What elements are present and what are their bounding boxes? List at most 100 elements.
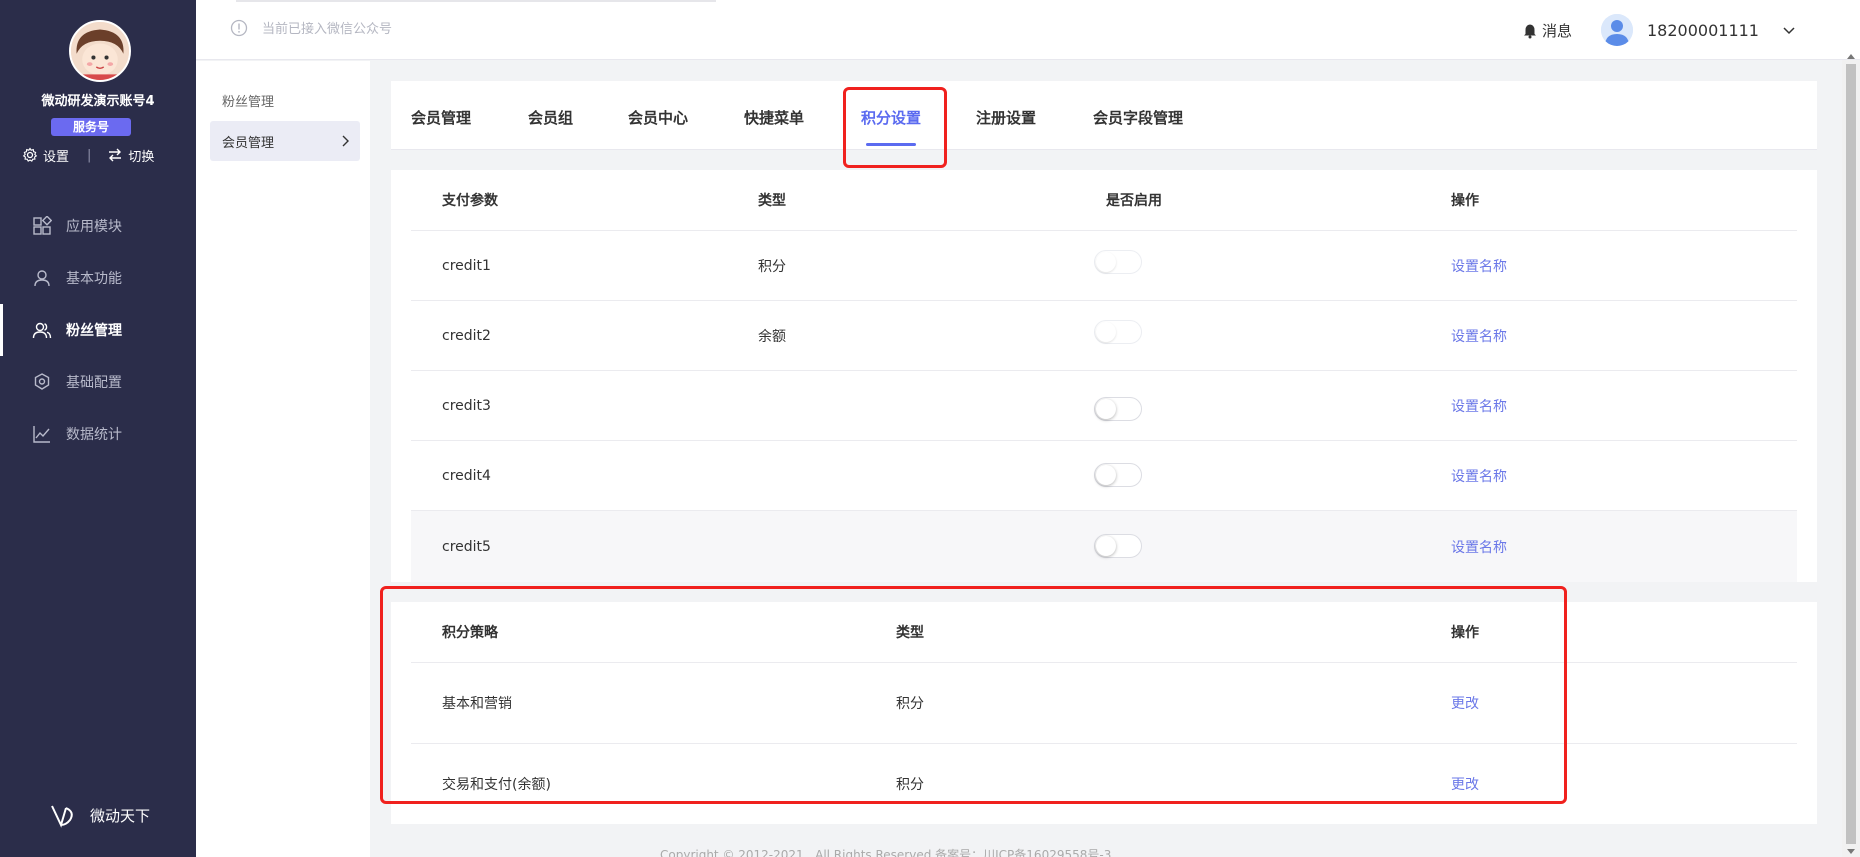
top-header: 当前已接入微信公众号 消息 18200001111 (196, 0, 1860, 60)
strategy-name: 基本和营销 (442, 696, 512, 712)
footer-copyright: Copyright © 2012-2021 . All Rights Reser… (660, 848, 1112, 857)
header-accent-line (236, 0, 716, 2)
brand-logo: 微动天下 (48, 800, 150, 830)
main-nav: 应用模块 基本功能 粉丝管理 基础配置 数据统计 (0, 200, 196, 460)
col-header-action: 操作 (1451, 193, 1479, 209)
chevron-right-icon (342, 135, 349, 147)
strategy-type: 积分 (896, 696, 924, 712)
account-name: 微动研发演示账号4 (41, 94, 155, 109)
chevron-down-icon (1783, 27, 1795, 35)
strategy-name: 交易和支付(余额) (442, 777, 551, 793)
page-scrollbar[interactable] (1842, 54, 1860, 857)
account-actions: 设置 | 切换 (22, 146, 154, 165)
nav-item-config[interactable]: 基础配置 (0, 356, 196, 408)
settings-label: 设置 (43, 149, 70, 165)
credits-table: 支付参数 类型 是否启用 操作 credit1 积分 设置名称 credit2 … (391, 170, 1817, 582)
nav-label: 基础配置 (66, 375, 122, 391)
col-header-type: 类型 (758, 193, 786, 209)
gear-icon (22, 147, 38, 162)
account-avatar[interactable] (69, 20, 131, 82)
user-icon (34, 270, 50, 287)
nav-item-fans[interactable]: 粉丝管理 (0, 304, 196, 356)
set-name-link[interactable]: 设置名称 (1451, 441, 1507, 510)
enable-toggle-cell (1094, 227, 1142, 296)
enable-toggle[interactable] (1094, 533, 1142, 558)
scroll-up-icon[interactable] (1846, 52, 1856, 60)
tab-bar: 会员管理 会员组 会员中心 快捷菜单 积分设置 注册设置 会员字段管理 (391, 81, 1817, 150)
enable-toggle[interactable] (1094, 319, 1142, 344)
enable-toggle-cell (1094, 297, 1142, 366)
credit-param: credit1 (442, 257, 491, 274)
switch-account-button[interactable]: 切换 (107, 146, 154, 165)
change-link[interactable]: 更改 (1451, 663, 1479, 743)
table-row: 基本和营销 积分 更改 (411, 663, 1797, 744)
settings-button[interactable]: 设置 (22, 146, 69, 165)
info-icon (230, 19, 248, 36)
table-row: credit2 余额 设置名称 (411, 301, 1797, 371)
user-avatar-icon (1601, 14, 1633, 46)
enable-toggle-cell (1094, 440, 1142, 509)
user-menu[interactable]: 18200001111 (1601, 14, 1797, 46)
subnav-item-label: 会员管理 (222, 135, 275, 151)
switch-label: 切换 (128, 149, 155, 165)
chart-icon (33, 426, 50, 443)
user-avatar (1601, 14, 1633, 46)
table-row: credit5 设置名称 (411, 511, 1797, 582)
set-name-link[interactable]: 设置名称 (1451, 301, 1507, 370)
avatar-icon (71, 22, 129, 80)
nav-item-apps[interactable]: 应用模块 (0, 200, 196, 252)
messages-button[interactable]: 消息 (1522, 20, 1572, 41)
table-header-row: 积分策略 类型 操作 (411, 602, 1797, 663)
enable-toggle[interactable] (1094, 462, 1142, 487)
col-header-type: 类型 (896, 625, 924, 641)
main-sidebar: 微动研发演示账号4 服务号 设置 | 切换 应用模块 基本功能 粉丝管理 基础配… (0, 0, 196, 857)
config-icon (34, 373, 50, 390)
tab-quick-menu[interactable]: 快捷菜单 (744, 81, 804, 150)
enable-toggle[interactable] (1094, 396, 1142, 421)
col-header-action: 操作 (1451, 625, 1479, 641)
nav-label: 粉丝管理 (66, 323, 122, 339)
sub-sidebar: 粉丝管理 会员管理 (196, 61, 370, 857)
apps-icon (33, 216, 52, 235)
connection-notice: 当前已接入微信公众号 (230, 18, 392, 37)
enable-toggle-cell (1094, 510, 1142, 581)
notice-text: 当前已接入微信公众号 (262, 22, 393, 37)
strategy-type: 积分 (896, 777, 924, 793)
tab-member-center[interactable]: 会员中心 (628, 81, 688, 150)
credit-param: credit2 (442, 327, 491, 344)
tab-member-group[interactable]: 会员组 (528, 81, 573, 150)
nav-item-stats[interactable]: 数据统计 (0, 408, 196, 460)
table-row: credit4 设置名称 (411, 441, 1797, 511)
col-header-enabled: 是否启用 (1106, 193, 1162, 209)
credit-type: 余额 (758, 328, 786, 345)
nav-label: 数据统计 (66, 427, 122, 443)
credit-param: credit5 (442, 538, 491, 555)
scrollbar-thumb[interactable] (1846, 64, 1856, 844)
strategy-table: 积分策略 类型 操作 基本和营销 积分 更改 交易和支付(余额) 积分 更改 (391, 602, 1817, 824)
fans-icon (32, 322, 52, 339)
subnav-item-member[interactable]: 会员管理 (210, 121, 360, 161)
set-name-link[interactable]: 设置名称 (1451, 371, 1507, 440)
change-link[interactable]: 更改 (1451, 744, 1479, 824)
table-row: credit1 积分 设置名称 (411, 231, 1797, 301)
tab-member-fields[interactable]: 会员字段管理 (1093, 81, 1183, 150)
tab-register-settings[interactable]: 注册设置 (976, 81, 1036, 150)
set-name-link[interactable]: 设置名称 (1451, 511, 1507, 582)
enable-toggle-cell (1094, 374, 1142, 443)
tab-credit-settings[interactable]: 积分设置 (861, 81, 921, 150)
tab-member-management[interactable]: 会员管理 (411, 81, 471, 150)
brand-name: 微动天下 (90, 806, 151, 825)
subnav-title: 粉丝管理 (222, 95, 275, 110)
set-name-link[interactable]: 设置名称 (1451, 231, 1507, 300)
brand-logo-icon (51, 805, 73, 828)
col-header-strategy: 积分策略 (442, 625, 498, 641)
table-row: 交易和支付(余额) 积分 更改 (411, 744, 1797, 824)
col-header-param: 支付参数 (442, 193, 498, 209)
enable-toggle[interactable] (1094, 249, 1142, 274)
messages-label: 消息 (1542, 22, 1573, 40)
table-row: credit3 设置名称 (411, 371, 1797, 441)
divider: | (87, 147, 92, 163)
credit-param: credit4 (442, 467, 491, 484)
scroll-down-icon[interactable] (1846, 848, 1856, 856)
nav-item-basic[interactable]: 基本功能 (0, 252, 196, 304)
